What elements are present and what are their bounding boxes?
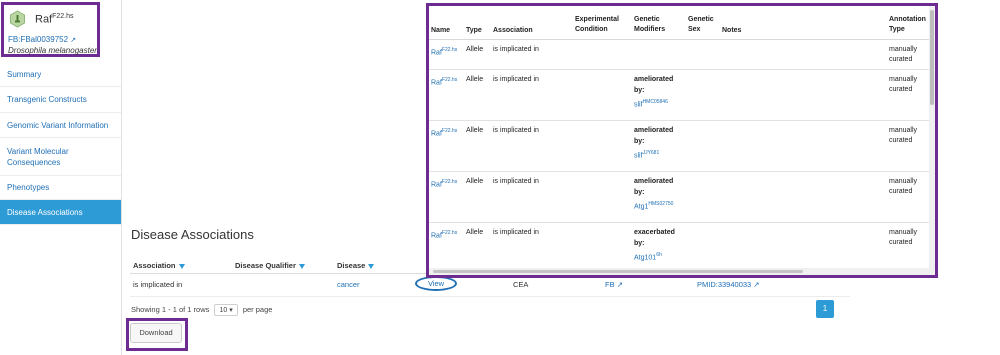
column-header-association[interactable]: Association <box>133 261 185 270</box>
filter-icon[interactable] <box>368 263 375 269</box>
table-row: RafF22.hs Allele is implicated in amelio… <box>429 172 929 223</box>
scrollbar-thumb[interactable] <box>433 270 803 273</box>
column-header-experimental-condition: Experimental Condition <box>575 16 619 33</box>
table-row: RafF22.hs Allele is implicated in amelio… <box>429 70 929 121</box>
popup-table-header: Name Type Association Experimental Condi… <box>429 6 929 40</box>
download-button[interactable]: Download <box>130 323 182 343</box>
sidebar-item-genomic-variant-information[interactable]: Genomic Variant Information <box>0 113 121 138</box>
horizontal-scrollbar[interactable] <box>429 268 929 275</box>
dropdown-caret-icon: ▾ <box>229 307 233 314</box>
sidebar-item-summary[interactable]: Summary <box>0 62 121 87</box>
disease-detail-popup: Name Type Association Experimental Condi… <box>426 3 938 278</box>
page-size-select[interactable]: 10 ▾ <box>214 304 238 316</box>
column-header-annotation-type: Annotation Type <box>889 16 926 33</box>
reference-link[interactable]: PMID:33940033 ↗ <box>697 280 760 289</box>
sidebar-item-transgenic-constructs[interactable]: Transgenic Constructs <box>0 87 121 113</box>
type-cell: Allele <box>466 178 484 185</box>
type-cell: Allele <box>466 229 484 236</box>
association-cell: is implicated in <box>493 229 539 236</box>
modifier-type: exacerbated <box>634 229 675 236</box>
external-link-icon: ↗ <box>753 280 760 289</box>
allele-header-card: RafF22.hs FB:FBal0039752 ↗ Drosophila me… <box>1 2 100 57</box>
view-button[interactable]: View <box>415 276 457 291</box>
vertical-scrollbar[interactable] <box>929 6 935 275</box>
modifier-gene-link[interactable]: Atg1016h <box>634 250 662 263</box>
modifier-gene-link[interactable]: slifJJY681 <box>634 148 659 161</box>
species-label: Drosophila melanogaster <box>8 46 97 55</box>
table-row: RafF22.hs Allele is implicated in exacer… <box>429 223 929 273</box>
side-nav: Summary Transgenic Constructs Genomic Va… <box>0 62 121 225</box>
fb-id-link[interactable]: FB:FBal0039752 ↗ <box>8 35 76 44</box>
annotation-cell: manually curated <box>889 229 918 246</box>
annotation-cell: manually curated <box>889 46 918 63</box>
allele-link[interactable]: RafF22.hs <box>431 75 457 88</box>
table-header: Association Disease Qualifier Disease <box>130 259 460 273</box>
filter-icon[interactable] <box>178 263 185 269</box>
allele-link[interactable]: RafF22.hs <box>431 45 457 58</box>
modifier-type: ameliorated <box>634 178 674 185</box>
source-link[interactable]: FB ↗ <box>605 280 623 289</box>
table-row: is implicated in cancer View CEA FB ↗ PM… <box>130 276 850 292</box>
column-header-disease[interactable]: Disease <box>337 261 375 270</box>
modifier-by: by: <box>634 87 645 94</box>
external-link-icon: ↗ <box>70 37 77 44</box>
allele-link[interactable]: RafF22.hs <box>431 177 457 190</box>
column-header-disease-qualifier[interactable]: Disease Qualifier <box>235 261 305 270</box>
allele-icon <box>10 10 25 28</box>
divider <box>130 296 850 297</box>
page-title: Disease Associations <box>131 227 254 242</box>
table-row: RafF22.hs Allele is implicated in amelio… <box>429 121 929 172</box>
evidence-cell: CEA <box>513 280 529 289</box>
modifier-type: ameliorated <box>634 76 674 83</box>
association-cell: is implicated in <box>133 280 183 289</box>
table-row: RafF22.hs Allele is implicated in manual… <box>429 40 929 70</box>
disease-link[interactable]: cancer <box>337 280 360 289</box>
modifier-gene-link[interactable]: slifHMC05846 <box>634 97 668 110</box>
column-header-notes: Notes <box>722 27 742 34</box>
modifier-by: by: <box>634 240 645 247</box>
column-header-type: Type <box>466 27 482 34</box>
column-header-genetic-sex: Genetic Sex <box>688 16 714 33</box>
modifier-by: by: <box>634 138 645 145</box>
sidebar-item-phenotypes[interactable]: Phenotypes <box>0 176 121 200</box>
type-cell: Allele <box>466 76 484 83</box>
pagination-info: Showing 1 - 1 of 1 rows 10 ▾ per page <box>131 304 273 316</box>
page-button-1[interactable]: 1 <box>816 300 834 318</box>
external-link-icon: ↗ <box>616 280 623 289</box>
filter-icon[interactable] <box>298 263 305 269</box>
allele-link[interactable]: RafF22.hs <box>431 126 457 139</box>
annotation-cell: manually curated <box>889 178 918 195</box>
association-cell: is implicated in <box>493 46 539 53</box>
association-cell: is implicated in <box>493 127 539 134</box>
association-cell: is implicated in <box>493 178 539 185</box>
column-header-name: Name <box>431 27 451 34</box>
sidebar: RafF22.hs FB:FBal0039752 ↗ Drosophila me… <box>0 0 122 355</box>
modifier-by: by: <box>634 189 645 196</box>
scrollbar-thumb[interactable] <box>930 10 934 105</box>
allele-symbol: RafF22.hs <box>35 13 74 26</box>
sidebar-item-disease-associations[interactable]: Disease Associations <box>0 200 121 225</box>
column-header-association: Association <box>493 27 533 34</box>
type-cell: Allele <box>466 127 484 134</box>
modifier-type: ameliorated <box>634 127 674 134</box>
sidebar-item-variant-molecular-consequences[interactable]: Variant Molecular Consequences <box>0 138 121 176</box>
annotation-cell: manually curated <box>889 76 918 93</box>
annotation-cell: manually curated <box>889 127 918 144</box>
column-header-genetic-modifiers: Genetic Modifiers <box>634 16 666 33</box>
association-cell: is implicated in <box>493 76 539 83</box>
allele-link[interactable]: RafF22.hs <box>431 228 457 241</box>
modifier-gene-link[interactable]: Atg1HMS02750 <box>634 199 673 212</box>
type-cell: Allele <box>466 46 484 53</box>
